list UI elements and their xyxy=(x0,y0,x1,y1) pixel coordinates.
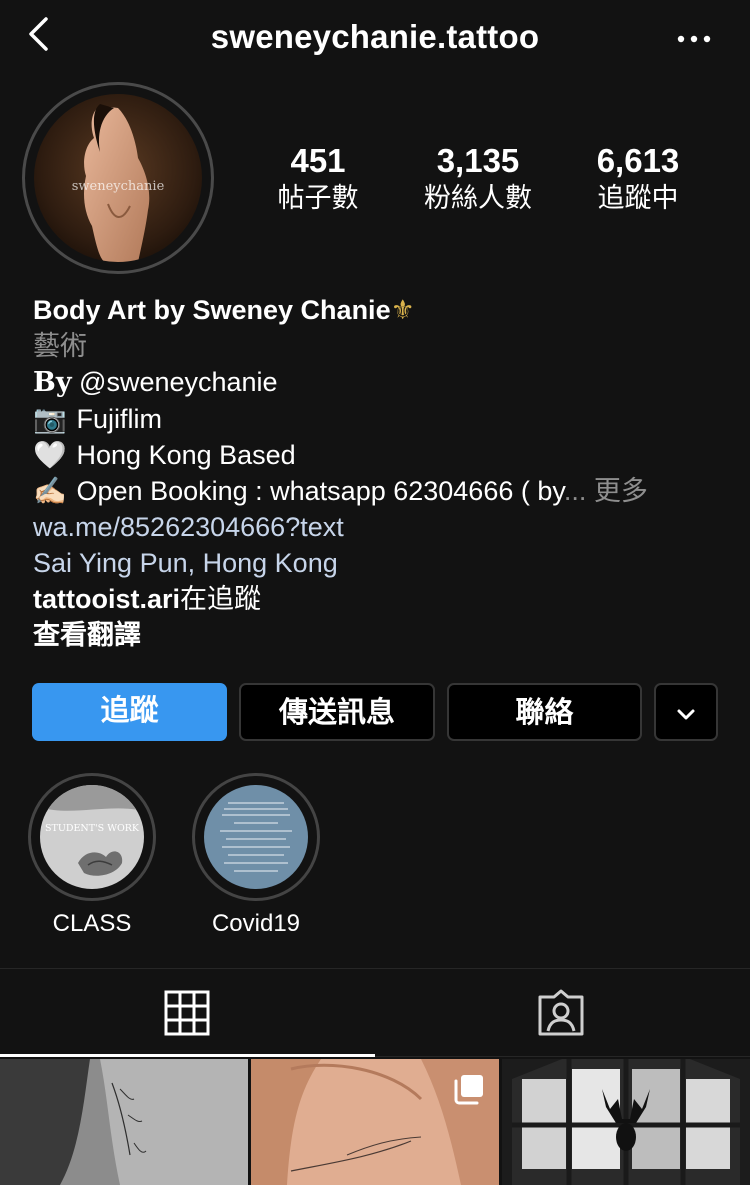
stat-followers-count: 3,135 xyxy=(436,142,520,179)
bio-line: 🤍 Hong Kong Based xyxy=(33,437,723,473)
bio-more-link[interactable]: 更多 xyxy=(594,476,648,506)
ellipsis-icon xyxy=(677,35,711,43)
see-translation-link[interactable]: 查看翻譯 xyxy=(33,617,723,653)
profile-display-name: Body Art by Sweney Chanie xyxy=(33,295,391,325)
bio-line: ✍🏻 Open Booking : whatsapp 62304666 ( by… xyxy=(33,473,723,509)
bio-by-handle[interactable]: @sweneychanie xyxy=(79,367,278,397)
stat-following-label: 追蹤中 xyxy=(597,183,679,213)
post-thumbnail[interactable] xyxy=(251,1059,499,1185)
followed-by-suffix: 在追蹤 xyxy=(180,584,262,614)
avatar-image: sweneychanie xyxy=(34,94,202,262)
stat-followers[interactable]: 3,135 粉絲人數 xyxy=(398,142,558,216)
followed-by-user: tattooist.ari xyxy=(33,584,181,614)
highlight-label: CLASS xyxy=(52,910,132,937)
highlight-class[interactable]: STUDENT'S WORK CLASS xyxy=(28,773,156,939)
bio-ellipsis: ... xyxy=(563,476,587,506)
stat-posts-label: 帖子數 xyxy=(277,183,359,213)
bio-by-prefix: 𝐁𝐲 xyxy=(33,367,72,398)
bio-line-text: Fujiflim xyxy=(76,404,163,434)
stat-posts[interactable]: 451 帖子數 xyxy=(238,142,398,216)
profile-username: sweneychanie.tattoo xyxy=(210,18,540,55)
avatar[interactable]: sweneychanie xyxy=(34,94,202,262)
follow-button[interactable]: 追蹤 xyxy=(32,683,227,741)
stat-followers-label: 粉絲人數 xyxy=(424,183,532,213)
profile-bio: Body Art by Sweney Chanie⚜ 藝術 𝐁𝐲 @sweney… xyxy=(33,292,723,653)
post-image xyxy=(0,1059,248,1185)
contact-button[interactable]: 聯絡 xyxy=(447,683,642,741)
message-button[interactable]: 傳送訊息 xyxy=(239,683,435,741)
avatar-watermark: sweneychanie xyxy=(72,179,165,194)
more-options-button[interactable] xyxy=(676,30,712,48)
profile-stats: 451 帖子數 3,135 粉絲人數 6,613 追蹤中 xyxy=(238,142,718,222)
grid-icon xyxy=(164,990,210,1036)
post-image xyxy=(502,1059,750,1185)
tab-tagged[interactable] xyxy=(375,969,750,1057)
highlight-label: Covid19 xyxy=(211,910,301,937)
followed-by-line[interactable]: tattooist.ari在追蹤 xyxy=(33,581,723,617)
highlight-cover-text: STUDENT'S WORK xyxy=(45,823,140,834)
stat-posts-count: 451 xyxy=(290,142,346,179)
tab-posts-grid[interactable] xyxy=(0,969,375,1057)
top-bar: sweneychanie.tattoo xyxy=(0,0,750,80)
bio-by-line: 𝐁𝐲 @sweneychanie xyxy=(33,364,723,401)
profile-location-link[interactable]: Sai Ying Pun, Hong Kong xyxy=(33,545,723,581)
highlight-ring: STUDENT'S WORK xyxy=(28,773,156,901)
writing-hand-icon: ✍🏻 xyxy=(33,476,67,506)
carousel-icon xyxy=(454,1075,483,1105)
bio-name-line: Body Art by Sweney Chanie⚜ xyxy=(33,292,723,328)
highlight-cover xyxy=(204,785,308,889)
chevron-down-icon xyxy=(677,709,695,720)
fleur-de-lis-icon: ⚜ xyxy=(390,295,415,325)
bio-line-text: Open Booking : whatsapp 62304666 ( by xyxy=(76,476,564,506)
white-heart-icon: 🤍 xyxy=(33,440,67,470)
bio-line: 📷 Fujiflim xyxy=(33,401,723,437)
suggested-accounts-button[interactable] xyxy=(654,683,718,741)
highlight-covid19[interactable]: Covid19 xyxy=(192,773,320,939)
profile-page: sweneychanie.tattoo sweneychanie 451 帖子數… xyxy=(0,0,750,1185)
stat-following[interactable]: 6,613 追蹤中 xyxy=(558,142,718,216)
profile-category: 藝術 xyxy=(33,331,87,361)
highlight-cover: STUDENT'S WORK xyxy=(40,785,144,889)
tagged-person-icon xyxy=(538,989,584,1036)
camera-icon: 📷 xyxy=(33,404,67,434)
post-thumbnail[interactable] xyxy=(0,1059,248,1185)
profile-website-link[interactable]: wa.me/85262304666?text xyxy=(33,509,723,545)
post-thumbnail[interactable] xyxy=(502,1059,750,1185)
stat-following-count: 6,613 xyxy=(596,142,680,179)
highlight-ring xyxy=(192,773,320,901)
bio-line-text: Hong Kong Based xyxy=(76,440,296,470)
